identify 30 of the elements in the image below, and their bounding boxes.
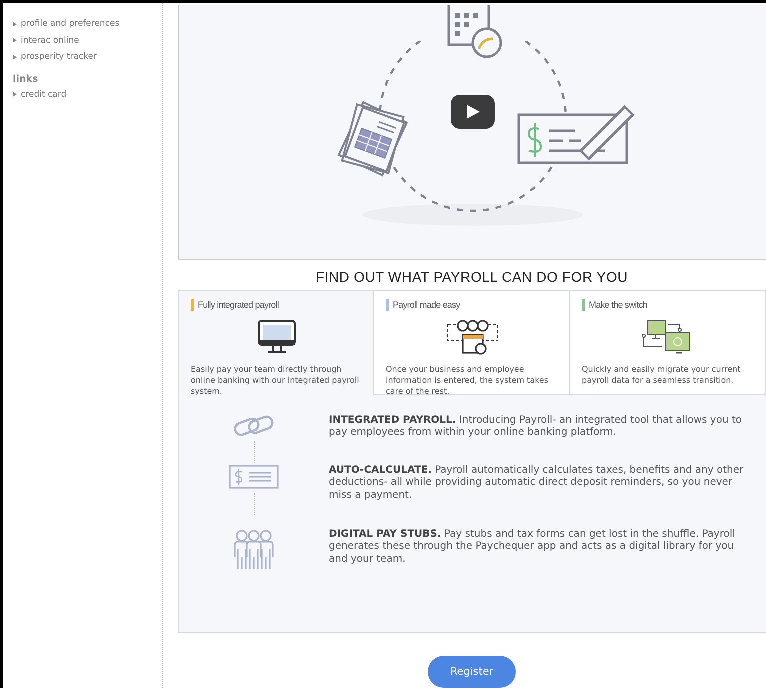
sidebar-link[interactable]: profile and preferences — [13, 16, 120, 32]
bullet-icon — [13, 92, 17, 98]
sidebar-link[interactable]: interac online — [13, 32, 80, 49]
feature-tab[interactable]: Payroll made easy Once your business and employee information is entered, the system takes care of the rest. — [374, 290, 570, 395]
section-title: FIND OUT WHAT PAYROLL CAN DO FOR YOU — [314, 268, 630, 285]
sidebar-link[interactable]: credit card — [13, 86, 67, 103]
bullet-icon — [13, 54, 17, 60]
link-icon — [233, 414, 275, 437]
bullet-icon — [13, 22, 17, 27]
feature-tab[interactable]: Fully integrated payroll Easily pay your team directly through online banking with our integrated payroll system. — [178, 290, 374, 395]
register-button[interactable]: Register — [428, 656, 516, 688]
play-icon — [466, 105, 480, 119]
feature-description: AUTO-CALCULATE. Payroll automatically calculates taxes, benefits and any other deductions- all while providing automatic direct deposit reminders, so you never miss a payment. — [329, 464, 745, 504]
bullet-icon — [13, 38, 17, 44]
feature-description: DIGITAL PAY STUBS. Pay stubs and tax forms can get lost in the shuffle. Payroll generates these through the Paychequer app and acts as a digital library for you and your team. — [329, 528, 736, 568]
people-icon — [233, 528, 275, 571]
feature-description: INTEGRATED PAYROLL. Introducing Payroll- an integrated tool that allows you to pay employees from within your online banking platform. — [329, 414, 744, 440]
tab-label: Make the switch — [589, 300, 648, 310]
tab-description: Quickly and easily migrate your current payroll data for a seamless transition. — [582, 364, 742, 386]
cheque-icon — [229, 464, 279, 489]
tab-description: Once your business and employee information is entered, the system takes care of the rest. — [386, 364, 550, 397]
sidebar-link[interactable]: prosperity tracker — [13, 49, 97, 66]
sidebar-heading: links — [13, 74, 38, 84]
tab-label: Fully integrated payroll — [198, 300, 279, 310]
tab-label: Payroll made easy — [393, 300, 460, 310]
feature-tab[interactable]: Make the switch Quickly and easily migrate your current payroll data for a seamless transition. — [570, 290, 766, 395]
monitor-icon — [257, 318, 297, 355]
tab-description: Easily pay your team directly through online banking with our integrated payroll system. — [191, 364, 360, 397]
team-calendar-icon — [446, 318, 500, 355]
play-button[interactable] — [451, 95, 495, 129]
